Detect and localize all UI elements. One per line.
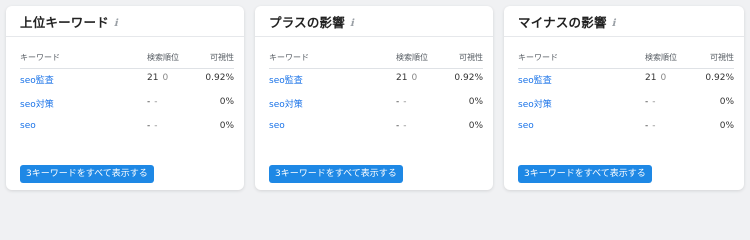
keyword-link[interactable]: seo監査	[269, 73, 303, 86]
header-rank: 検索順位	[645, 53, 677, 62]
keyword-link[interactable]: seo監査	[518, 73, 552, 86]
rank-change: 0	[411, 73, 418, 83]
visibility-cell: 0%	[719, 97, 734, 107]
header-divider	[269, 68, 483, 69]
rank-change: -	[403, 97, 407, 107]
keyword-link[interactable]: seo	[269, 121, 285, 131]
rank-value: -	[645, 121, 649, 131]
card-title-text: プラスの影響	[269, 15, 345, 30]
rank-change: -	[403, 121, 407, 131]
info-icon[interactable]: ℹ	[350, 18, 354, 29]
rank-change: -	[652, 121, 656, 131]
visibility-cell: 0.92%	[205, 73, 234, 83]
keyword-link[interactable]: seo対策	[269, 97, 303, 110]
header-keyword: キーワード	[518, 53, 558, 62]
rank-value: -	[147, 97, 151, 107]
rank-cell: 21 0	[396, 73, 417, 83]
rank-value: 21	[147, 73, 159, 83]
rank-cell: --	[396, 121, 407, 131]
table-header: キーワード 検索順位 可視性	[518, 52, 734, 66]
header-keyword: キーワード	[269, 53, 309, 62]
divider	[504, 36, 744, 37]
visibility-cell: 0%	[219, 121, 234, 131]
keyword-widgets: 上位キーワード ℹ キーワード 検索順位 可視性 seo監査 21 0 0.92% …	[0, 0, 750, 200]
rank-change: 0	[660, 73, 667, 83]
rank-cell: 21 0	[147, 73, 168, 83]
header-divider	[20, 68, 234, 69]
table-row: seo対策 -- 0%	[269, 97, 483, 113]
rank-change: -	[652, 97, 656, 107]
show-all-keywords-button[interactable]: 3キーワードをすべて表示する	[518, 165, 652, 183]
card-title-text: 上位キーワード	[20, 15, 109, 30]
rank-cell: --	[396, 97, 407, 107]
header-rank: 検索順位	[396, 53, 428, 62]
keyword-link[interactable]: seo	[20, 121, 36, 131]
header-rank: 検索順位	[147, 53, 179, 62]
rank-cell: --	[645, 97, 656, 107]
visibility-cell: 0%	[468, 97, 483, 107]
card-title: マイナスの影響 ℹ	[518, 12, 616, 31]
positive-impact-card: プラスの影響 ℹ キーワード 検索順位 可視性 seo監査 21 0 0.92% s…	[255, 6, 493, 190]
rank-change: -	[154, 121, 158, 131]
rank-value: 21	[645, 73, 657, 83]
info-icon[interactable]: ℹ	[114, 18, 118, 29]
header-visibility: 可視性	[459, 53, 483, 62]
visibility-cell: 0.92%	[454, 73, 483, 83]
rank-value: -	[645, 97, 649, 107]
divider	[255, 36, 493, 37]
table-row: seo監査 21 0 0.92%	[518, 73, 734, 89]
visibility-cell: 0%	[219, 97, 234, 107]
visibility-cell: 0%	[468, 121, 483, 131]
rank-value: 21	[396, 73, 408, 83]
table-header: キーワード 検索順位 可視性	[269, 52, 483, 66]
header-divider	[518, 68, 734, 69]
rank-cell: --	[645, 121, 656, 131]
keyword-link[interactable]: seo対策	[20, 97, 54, 110]
table-row: seo -- 0%	[20, 121, 234, 137]
card-title: 上位キーワード ℹ	[20, 12, 118, 31]
keyword-link[interactable]: seo	[518, 121, 534, 131]
rank-value: -	[147, 121, 151, 131]
rank-cell: --	[147, 121, 158, 131]
top-keywords-card: 上位キーワード ℹ キーワード 検索順位 可視性 seo監査 21 0 0.92% …	[6, 6, 244, 190]
rank-change: 0	[162, 73, 169, 83]
rank-value: -	[396, 97, 400, 107]
divider	[6, 36, 244, 37]
visibility-cell: 0%	[719, 121, 734, 131]
rank-cell: 21 0	[645, 73, 666, 83]
show-all-keywords-button[interactable]: 3キーワードをすべて表示する	[20, 165, 154, 183]
rank-value: -	[396, 121, 400, 131]
table-row: seo -- 0%	[518, 121, 734, 137]
keyword-link[interactable]: seo監査	[20, 73, 54, 86]
keyword-link[interactable]: seo対策	[518, 97, 552, 110]
header-visibility: 可視性	[210, 53, 234, 62]
table-row: seo監査 21 0 0.92%	[269, 73, 483, 89]
rank-change: -	[154, 97, 158, 107]
header-keyword: キーワード	[20, 53, 60, 62]
table-row: seo対策 -- 0%	[20, 97, 234, 113]
card-title: プラスの影響 ℹ	[269, 12, 354, 31]
table-row: seo対策 -- 0%	[518, 97, 734, 113]
negative-impact-card: マイナスの影響 ℹ キーワード 検索順位 可視性 seo監査 21 0 0.92% …	[504, 6, 744, 190]
rank-cell: --	[147, 97, 158, 107]
visibility-cell: 0.92%	[705, 73, 734, 83]
table-row: seo -- 0%	[269, 121, 483, 137]
info-icon[interactable]: ℹ	[612, 18, 616, 29]
card-title-text: マイナスの影響	[518, 15, 607, 30]
header-visibility: 可視性	[710, 53, 734, 62]
table-header: キーワード 検索順位 可視性	[20, 52, 234, 66]
table-row: seo監査 21 0 0.92%	[20, 73, 234, 89]
show-all-keywords-button[interactable]: 3キーワードをすべて表示する	[269, 165, 403, 183]
